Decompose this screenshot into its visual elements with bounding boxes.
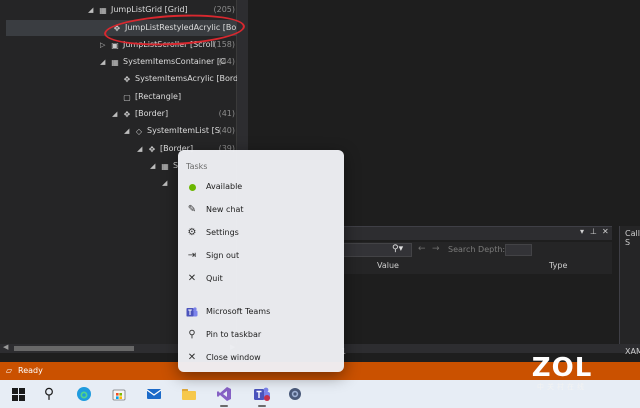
status-icon: ▱ — [5, 366, 13, 375]
xaml-tab-label[interactable]: XAM — [625, 347, 640, 356]
expand-arrow-icon[interactable]: ◢ — [100, 54, 110, 70]
tree-row-systemitemlist[interactable]: ◢ ◇ SystemItemList [S (40) — [124, 123, 235, 139]
border-icon: ✥ — [123, 110, 131, 119]
menu-item-sign-out[interactable]: ⇥ Sign out — [178, 246, 344, 266]
column-type[interactable]: Type — [549, 261, 567, 270]
tree-row-systemitemsacrylic[interactable]: ✥ SystemItemsAcrylic [Border — [122, 71, 247, 87]
watermark-logo: ZOL — [531, 353, 593, 383]
dropdown-arrow-icon[interactable]: ▾ — [580, 227, 584, 236]
grid-icon: ▦ — [161, 162, 169, 171]
store-button[interactable] — [108, 384, 130, 404]
grid-icon: ▦ — [99, 6, 107, 15]
border-icon: ✥ — [148, 145, 156, 154]
status-available-icon — [189, 184, 196, 191]
gear-icon — [289, 388, 301, 400]
menu-item-pin-to-taskbar[interactable]: ⚲ Pin to taskbar — [178, 325, 344, 345]
tree-row-collapsed[interactable]: ◢ — [162, 175, 178, 191]
edge-button[interactable] — [73, 384, 95, 404]
grid-icon: ▦ — [111, 58, 119, 67]
back-arrow-icon[interactable]: ← — [418, 244, 426, 254]
properties-toolbar: ▾ ⊥ ✕ — [340, 226, 612, 240]
properties-search-row: ⚲▾ ← → Search Depth: — [340, 242, 612, 258]
column-value[interactable]: Value — [377, 261, 399, 270]
search-depth-select[interactable] — [505, 244, 532, 256]
status-text: Ready — [18, 366, 43, 375]
teams-jump-list: Tasks Available ✎ New chat ⚙ Settings ⇥ … — [178, 150, 344, 372]
list-icon: ◇ — [135, 127, 143, 136]
search-depth-label: Search Depth: — [448, 245, 506, 254]
settings-button[interactable] — [284, 384, 306, 404]
close-icon[interactable]: ✕ — [602, 227, 609, 236]
visual-studio-button[interactable] — [213, 384, 235, 407]
start-button[interactable] — [7, 384, 29, 404]
expand-arrow-icon[interactable]: ◢ — [124, 123, 134, 139]
search-icon: ⚲ — [43, 386, 55, 402]
watermark-caption: 中关村在线 — [537, 383, 587, 391]
pin-icon[interactable]: ⊥ — [590, 227, 597, 236]
properties-columns: Value Type — [340, 258, 612, 274]
mail-icon — [146, 389, 162, 399]
edge-icon — [77, 387, 91, 401]
expand-arrow-icon[interactable]: ◢ — [112, 106, 122, 122]
call-stack-label: Call S — [625, 229, 640, 247]
scroll-icon: ▣ — [111, 41, 119, 50]
teams-icon — [186, 306, 198, 318]
rectangle-icon: ▢ — [123, 93, 131, 102]
pin-icon: ⚲ — [188, 329, 196, 340]
sign-out-icon: ⇥ — [187, 250, 197, 261]
border-icon: ✥ — [123, 75, 131, 84]
file-explorer-button[interactable] — [178, 384, 200, 404]
folder-icon — [182, 389, 196, 400]
close-icon: ✕ — [187, 273, 197, 284]
scroll-left-icon[interactable]: ◀ — [3, 343, 8, 351]
tree-row-border[interactable]: ◢ ✥ [Border] (41) — [112, 106, 235, 122]
close-icon: ✕ — [187, 352, 197, 363]
jump-list-header: Tasks — [186, 162, 208, 171]
menu-item-available[interactable]: Available — [178, 177, 344, 197]
visual-studio-icon — [217, 387, 231, 401]
scrollbar-thumb[interactable] — [14, 346, 134, 351]
tree-row-s[interactable]: ◢ ▦ S — [150, 158, 180, 174]
expand-arrow-icon[interactable]: ◢ — [162, 175, 172, 191]
search-icon[interactable]: ⚲▾ — [392, 244, 403, 254]
expand-arrow-icon[interactable]: ◢ — [150, 158, 160, 174]
mail-button[interactable] — [143, 384, 165, 404]
menu-item-quit[interactable]: ✕ Quit — [178, 269, 344, 289]
store-icon — [112, 389, 126, 401]
tree-row-rectangle[interactable]: ▢ [Rectangle] — [122, 89, 235, 105]
tree-row-systemitemscontainer[interactable]: ◢ ▦ SystemItemsContainer [C (44) — [100, 54, 235, 70]
compose-icon: ✎ — [187, 204, 197, 215]
menu-item-new-chat[interactable]: ✎ New chat — [178, 200, 344, 220]
menu-item-close-window[interactable]: ✕ Close window — [178, 348, 344, 368]
menu-item-microsoft-teams[interactable]: Microsoft Teams — [178, 302, 344, 322]
forward-arrow-icon[interactable]: → — [432, 244, 440, 254]
zol-watermark: ZOL 中关村在线 — [524, 354, 600, 394]
teams-button[interactable] — [251, 384, 273, 407]
menu-item-settings[interactable]: ⚙ Settings — [178, 223, 344, 243]
expand-arrow-icon[interactable]: ◢ — [137, 141, 147, 157]
call-stack-panel: Call S — [619, 226, 640, 344]
search-button[interactable]: ⚲ — [38, 384, 60, 404]
collapse-arrow-icon[interactable]: ▷ — [100, 37, 110, 53]
windows-logo-icon — [11, 387, 25, 401]
teams-icon — [254, 387, 270, 401]
expand-arrow-icon[interactable]: ◢ — [88, 2, 98, 18]
gear-icon: ⚙ — [187, 227, 197, 238]
